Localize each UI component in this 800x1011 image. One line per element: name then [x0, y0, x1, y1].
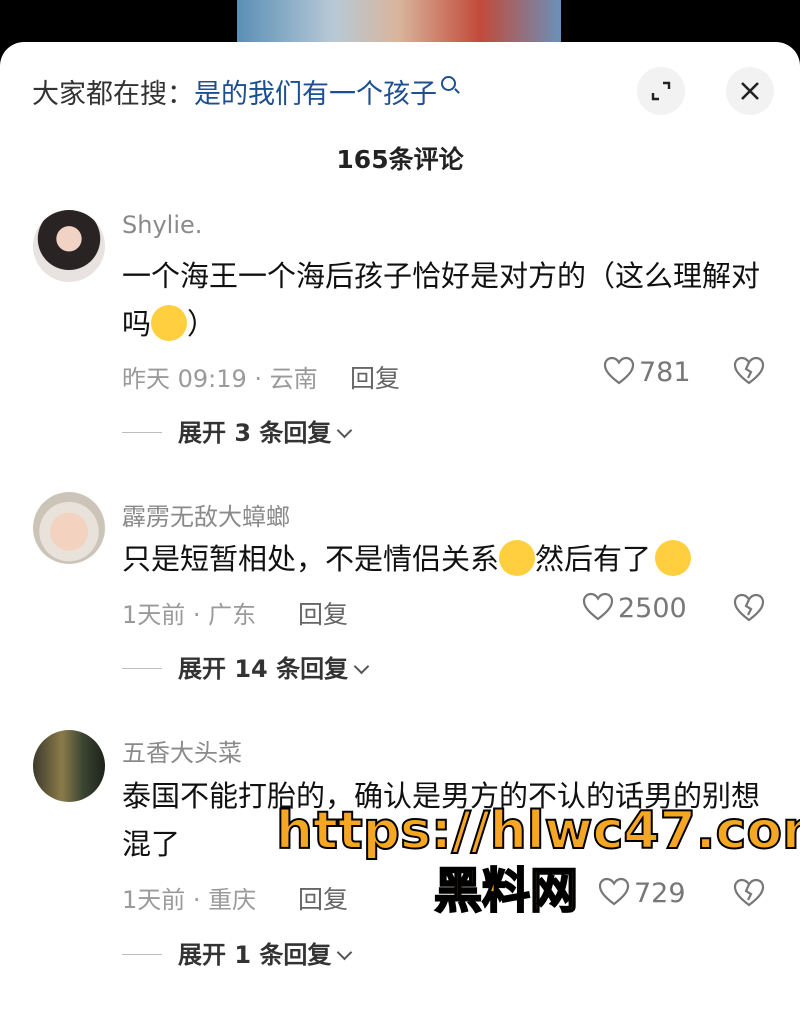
expand-button[interactable] [637, 67, 685, 115]
search-icon [441, 76, 456, 91]
broken-heart-icon [733, 356, 765, 385]
laughing-crying-emoji-icon [151, 305, 188, 341]
comment-username[interactable]: 霹雳无敌大蟑螂 [122, 497, 290, 532]
search-prefix: 大家都在搜： [32, 79, 194, 110]
watermark: https://hlwc47.com 黑料网 [275, 800, 800, 920]
close-icon [741, 82, 759, 100]
heart-icon [582, 592, 614, 620]
broken-heart-icon [733, 593, 765, 622]
dislike-button[interactable] [733, 878, 765, 912]
sweat-smile-emoji-icon [655, 540, 692, 576]
dizzy-emoji-icon [499, 540, 536, 576]
comment-username[interactable]: 五香大头菜 [122, 733, 242, 768]
comment-time: 1天前 · 广东 [122, 601, 257, 629]
watermark-name: 黑料网 [433, 862, 579, 920]
heart-icon [603, 356, 635, 384]
chevron-down-icon [337, 944, 353, 961]
suggested-search[interactable]: 大家都在搜：是的我们有一个孩子 [32, 72, 456, 111]
chevron-down-icon [353, 658, 370, 675]
avatar[interactable] [33, 492, 105, 564]
expand-replies[interactable]: 展开 3 条回复 [122, 413, 353, 448]
comment-text-mid: 然后有了 [535, 542, 652, 576]
expand-replies-label: 展开 1 条回复 [178, 941, 332, 969]
expand-replies[interactable]: 展开 1 条回复 [122, 935, 353, 970]
reply-button[interactable]: 回复 [298, 595, 348, 631]
expand-replies-label: 展开 3 条回复 [178, 419, 332, 447]
comment-text-body: 一个海王一个海后孩子恰好是对方的（这么理解对吗 [122, 259, 761, 341]
dislike-button[interactable] [733, 593, 765, 627]
watermark-url: https://hlwc47.com [275, 800, 800, 862]
comment-username[interactable]: Shylie. [122, 211, 202, 239]
like-count: 781 [639, 357, 691, 388]
chevron-down-icon [337, 422, 353, 439]
comment-text: 一个海王一个海后孩子恰好是对方的（这么理解对吗） [122, 252, 772, 348]
comment-time: 1天前 · 重庆 [122, 886, 257, 914]
like-count: 2500 [618, 593, 687, 624]
like-button[interactable]: 2500 [582, 592, 687, 625]
comment-time: 昨天 09:19 · 云南 [122, 365, 318, 393]
dislike-button[interactable] [733, 356, 765, 390]
expand-replies-label: 展开 14 条回复 [178, 655, 349, 683]
comment-text: 只是短暂相处，不是情侣关系 然后有了 [122, 535, 772, 583]
expand-replies[interactable]: 展开 14 条回复 [122, 649, 370, 684]
reply-button[interactable]: 回复 [350, 359, 400, 395]
comment-count: 165条评论 [336, 145, 464, 174]
broken-heart-icon [733, 878, 765, 907]
like-button[interactable]: 781 [603, 356, 691, 389]
comment-text-body: 只是短暂相处，不是情侣关系 [122, 542, 500, 576]
avatar[interactable] [33, 730, 105, 802]
expand-icon [651, 81, 671, 101]
close-button[interactable] [726, 67, 774, 115]
search-keyword[interactable]: 是的我们有一个孩子 [194, 79, 437, 110]
avatar[interactable] [33, 210, 105, 282]
comment-text-suffix: ） [187, 307, 217, 341]
